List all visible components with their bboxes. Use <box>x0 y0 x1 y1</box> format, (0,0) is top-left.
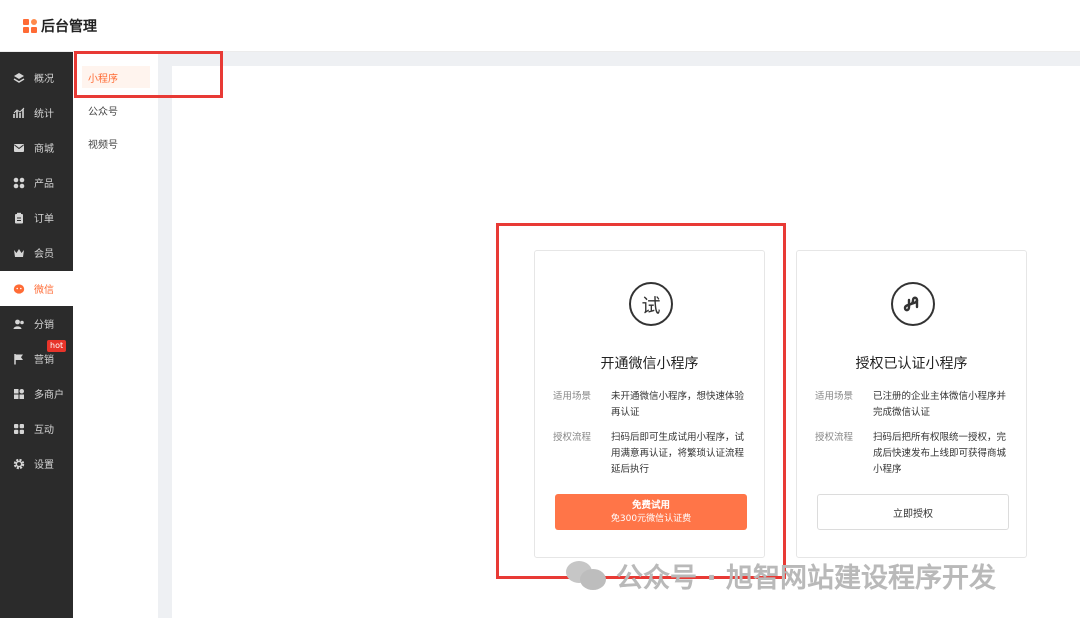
crown-icon <box>13 247 25 259</box>
row-value: 已注册的企业主体微信小程序并完成微信认证 <box>873 391 1007 418</box>
hot-badge: hot <box>47 340 67 352</box>
sidebar-item-distribution[interactable]: 分销 <box>0 306 73 341</box>
highlight-box-card <box>496 223 786 579</box>
subnav-item-official-account[interactable]: 公众号 <box>82 99 150 121</box>
sidebar-item-label: 营销 <box>34 355 54 366</box>
sidebar-item-label: 多商户 <box>34 390 64 401</box>
sidebar-item-label: 订单 <box>34 214 54 225</box>
row-label: 适用场景 <box>815 391 854 402</box>
clipboard-icon <box>13 212 25 224</box>
grid-icon <box>13 177 25 189</box>
layers-icon <box>13 72 25 84</box>
card-title: 授权已认证小程序 <box>855 356 968 372</box>
chart-icon <box>13 107 25 119</box>
mini-program-icon <box>891 282 935 326</box>
mail-icon <box>13 142 25 154</box>
sidebar-item-label: 商城 <box>34 144 54 155</box>
sidebar-item-label: 产品 <box>34 179 54 190</box>
row-label: 授权流程 <box>815 432 854 443</box>
card-row-scenario: 适用场景 已注册的企业主体微信小程序并完成微信认证 <box>815 389 1015 421</box>
sidebar-item-label: 统计 <box>34 109 54 120</box>
sidebar: 概况 统计 商城 产品 订单 会员 微信 分销 营销 hot 多商户 互动 设置 <box>0 52 73 618</box>
highlight-box-subnav <box>74 51 223 98</box>
authorize-now-button[interactable]: 立即授权 <box>817 494 1009 530</box>
wechat-icon <box>13 283 25 295</box>
sidebar-item-stats[interactable]: 统计 <box>0 95 73 130</box>
wechat-logo-icon <box>566 560 608 591</box>
sidebar-item-label: 互动 <box>34 425 54 436</box>
sidebar-item-products[interactable]: 产品 <box>0 165 73 200</box>
sidebar-item-members[interactable]: 会员 <box>0 235 73 270</box>
card-authorize-mini-program: 授权已认证小程序 适用场景 已注册的企业主体微信小程序并完成微信认证 授权流程 … <box>796 250 1027 558</box>
card-row-process: 授权流程 扫码后把所有权限统一授权，完成后快速发布上线即可获得商城小程序 <box>815 430 1015 478</box>
apps-icon <box>13 423 25 435</box>
sub-navigation: 小程序 公众号 视频号 <box>73 52 158 618</box>
sidebar-item-label: 分销 <box>34 320 54 331</box>
sidebar-item-overview[interactable]: 概况 <box>0 60 73 95</box>
watermark: 公众号 · 旭智网站建设程序开发 <box>566 556 996 595</box>
watermark-text: 公众号 · 旭智网站建设程序开发 <box>616 563 997 594</box>
logo-icon <box>23 18 37 33</box>
sidebar-item-wechat[interactable]: 微信 <box>0 271 73 306</box>
sidebar-item-settings[interactable]: 设置 <box>0 446 73 481</box>
store-icon <box>13 388 25 400</box>
sidebar-item-interaction[interactable]: 互动 <box>0 411 73 446</box>
sidebar-item-label: 微信 <box>34 285 54 296</box>
app-title: 后台管理 <box>41 18 97 35</box>
sidebar-item-label: 会员 <box>34 249 54 260</box>
subnav-item-video-channel[interactable]: 视频号 <box>82 132 150 154</box>
sidebar-item-multi-merchant[interactable]: 多商户 <box>0 376 73 411</box>
sidebar-item-orders[interactable]: 订单 <box>0 200 73 235</box>
sidebar-item-label: 设置 <box>34 460 54 471</box>
flag-icon <box>13 353 25 365</box>
sidebar-item-mall[interactable]: 商城 <box>0 130 73 165</box>
row-value: 扫码后把所有权限统一授权，完成后快速发布上线即可获得商城小程序 <box>873 432 1007 475</box>
sidebar-item-label: 概况 <box>34 74 54 85</box>
top-bar: 后台管理 <box>0 0 1080 52</box>
users-icon <box>13 318 25 330</box>
gear-icon <box>13 458 25 470</box>
